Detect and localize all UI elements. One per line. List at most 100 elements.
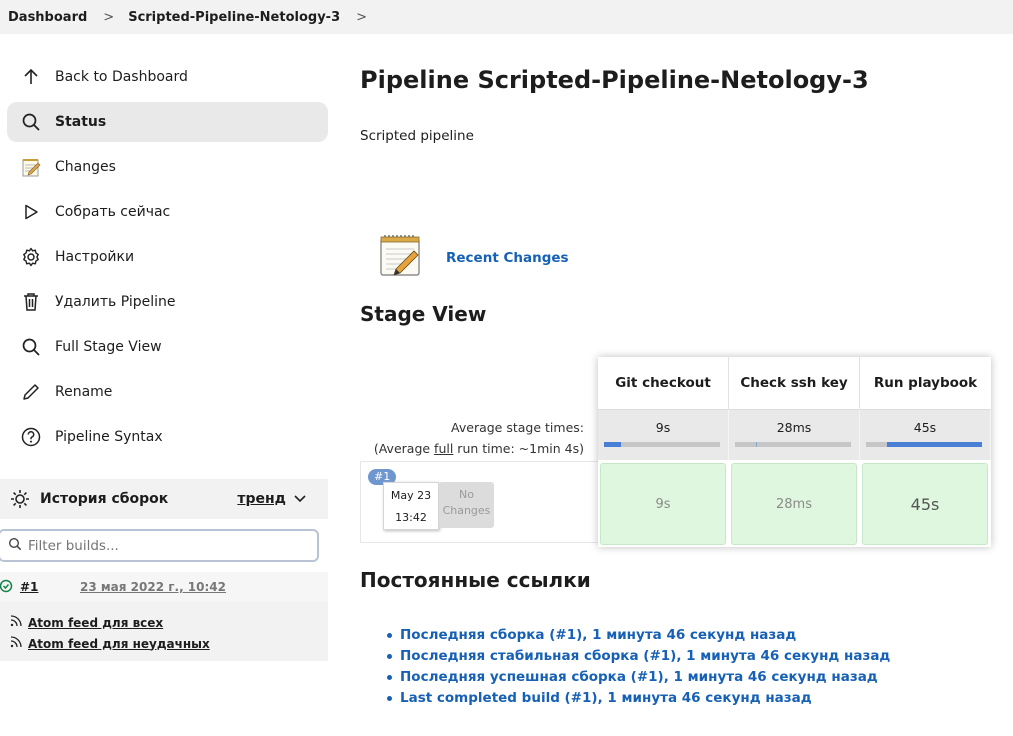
trash-icon: [7, 292, 55, 312]
sidebar: Back to Dashboard Status Changes Собрать…: [0, 57, 328, 462]
sidebar-item-build-now[interactable]: Собрать сейчас: [7, 192, 328, 232]
gear-icon: [7, 247, 55, 267]
stage-view: Average stage times: (Average full run t…: [360, 357, 992, 547]
build-history-header: История сборок тренд: [0, 479, 328, 519]
stage-average-bar-fill: [755, 442, 758, 447]
stage-average-bar: [866, 442, 982, 447]
sidebar-item-back-to-dashboard[interactable]: Back to Dashboard: [7, 57, 328, 97]
sidebar-item-label: Удалить Pipeline: [55, 294, 176, 310]
sidebar-item-label: Rename: [55, 384, 113, 400]
stage-column: Check ssh key 28ms 28ms: [729, 357, 860, 547]
permalink-last-completed[interactable]: Last completed build (#1), 1 минута 46 с…: [400, 688, 812, 709]
sidebar-item-status[interactable]: Status: [7, 102, 328, 142]
stage-average-time: 28ms: [776, 420, 812, 435]
permalinks-title: Постоянные ссылки: [360, 568, 591, 592]
stage-cell[interactable]: 9s: [600, 463, 726, 545]
stage-view-summary: Average stage times: (Average full run t…: [360, 357, 598, 543]
chevron-right-icon[interactable]: >: [356, 10, 367, 25]
stage-average-time: 45s: [913, 420, 937, 435]
chevron-right-icon: >: [103, 9, 115, 25]
stage-average-bar: [735, 442, 851, 447]
stage-header: Run playbook: [873, 375, 978, 391]
no-changes-badge: No Changes: [439, 482, 494, 528]
sidebar-item-label: Настройки: [55, 249, 135, 265]
search-icon: [7, 112, 55, 132]
arrow-up-icon: [7, 68, 55, 86]
sidebar-item-full-stage-view[interactable]: Full Stage View: [7, 327, 328, 367]
stage-column: Run playbook 45s 45s: [860, 357, 991, 547]
sidebar-item-changes[interactable]: Changes: [7, 147, 328, 187]
list-item: Последняя успешная сборка (#1), 1 минута…: [387, 667, 890, 688]
full-link[interactable]: full: [434, 441, 453, 456]
sidebar-item-label: Back to Dashboard: [55, 69, 188, 85]
stage-average-bar-fill: [886, 442, 982, 447]
run-date-time: 13:42: [395, 511, 427, 524]
success-check-icon: [0, 579, 18, 596]
breadcrumb-dashboard[interactable]: Dashboard: [8, 10, 87, 25]
stage-header: Git checkout: [598, 357, 729, 409]
chevron-down-icon[interactable]: [294, 491, 306, 507]
atom-feed-failed-link[interactable]: Atom feed для неудачных: [28, 637, 210, 651]
stage-cell[interactable]: 28ms: [731, 463, 857, 545]
trend-link[interactable]: тренд: [237, 491, 286, 507]
average-run-time: (Average full run time: ~1min 4s): [373, 441, 584, 456]
filter-builds-field[interactable]: [0, 529, 319, 562]
search-icon: [7, 337, 55, 357]
stage-column: Git checkout 9s 9s: [598, 357, 729, 547]
rss-icon: [10, 615, 22, 630]
sidebar-item-delete-pipeline[interactable]: Удалить Pipeline: [7, 282, 328, 322]
page-title: Pipeline Scripted-Pipeline-Netology-3: [360, 66, 869, 94]
sidebar-item-label: Pipeline Syntax: [55, 429, 163, 445]
run-row-header: #1 May 23 13:42 No Changes: [360, 461, 598, 543]
feed-item[interactable]: Atom feed для неудачных: [0, 633, 328, 654]
rss-icon: [10, 636, 22, 651]
breadcrumb: Dashboard > Scripted-Pipeline-Netology-3…: [0, 0, 1013, 34]
sidebar-item-label: Собрать сейчас: [55, 204, 171, 220]
permalink-last-build[interactable]: Последняя сборка (#1), 1 минута 46 секун…: [400, 625, 796, 646]
build-date-link[interactable]: 23 мая 2022 г., 10:42: [80, 580, 226, 594]
notepad-icon: [7, 156, 55, 178]
run-date: May 23 13:42: [383, 482, 439, 530]
feed-item[interactable]: Atom feed для всех: [0, 612, 328, 633]
build-history-title: История сборок: [40, 491, 169, 507]
build-number-link[interactable]: #1: [20, 580, 80, 594]
list-item: Последняя сборка (#1), 1 минута 46 секун…: [387, 625, 890, 646]
sidebar-item-settings[interactable]: Настройки: [7, 237, 328, 277]
stage-average: 28ms: [729, 409, 860, 460]
breadcrumb-pipeline[interactable]: Scripted-Pipeline-Netology-3: [128, 10, 340, 25]
atom-feeds: Atom feed для всех Atom feed для неудачн…: [0, 602, 328, 661]
stage-average-time: 9s: [655, 420, 671, 435]
stage-average: 45s: [860, 409, 991, 460]
recent-changes: Recent Changes: [378, 233, 569, 283]
sidebar-item-pipeline-syntax[interactable]: Pipeline Syntax: [7, 417, 328, 457]
stage-average: 9s: [598, 409, 729, 460]
build-history-row[interactable]: #1 23 мая 2022 г., 10:42: [0, 572, 328, 602]
stage-average-bar: [604, 442, 720, 447]
sun-icon: [0, 489, 40, 509]
sidebar-item-rename[interactable]: Rename: [7, 372, 328, 412]
average-times-label: Average stage times: (Average full run t…: [374, 417, 584, 459]
play-icon: [7, 203, 55, 221]
atom-feed-all-link[interactable]: Atom feed для всех: [28, 616, 163, 630]
stage-view-title: Stage View: [360, 302, 487, 326]
stage-header: Check ssh key: [729, 357, 860, 409]
run-date-day: May 23: [390, 489, 432, 502]
stage-cell[interactable]: 45s: [862, 463, 988, 545]
filter-builds-input[interactable]: [28, 537, 308, 554]
sidebar-item-label: Status: [55, 114, 107, 130]
stage-average-bar-fill: [604, 442, 622, 447]
recent-changes-link[interactable]: Recent Changes: [446, 250, 569, 266]
list-item: Last completed build (#1), 1 минута 46 с…: [387, 688, 890, 709]
permalink-last-stable[interactable]: Последняя стабильная сборка (#1), 1 мину…: [400, 646, 890, 667]
permalink-last-successful[interactable]: Последняя успешная сборка (#1), 1 минута…: [400, 667, 878, 688]
pencil-icon: [7, 382, 55, 402]
pipeline-description: Scripted pipeline: [360, 128, 474, 144]
list-item: Последняя стабильная сборка (#1), 1 мину…: [387, 646, 890, 667]
notepad-icon: [378, 233, 424, 283]
sidebar-item-label: Full Stage View: [55, 339, 162, 355]
average-stage-times: Average stage times:: [451, 420, 584, 435]
stage-grid: Git checkout 9s 9s Check ssh key 28ms 28…: [598, 357, 991, 547]
help-icon: [7, 427, 55, 447]
sidebar-item-label: Changes: [55, 159, 116, 175]
search-icon: [8, 536, 22, 555]
